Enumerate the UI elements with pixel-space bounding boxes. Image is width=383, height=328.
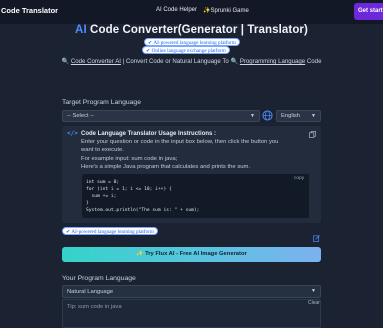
- code-line: for (int i = 1; i <= 10; i++) {: [86, 187, 172, 192]
- promo-pill-learning-lower-text: AI-powered language learning platform: [71, 229, 154, 235]
- top-navigation-bar: Code Translator AI Code Helper ✨Sprunki …: [0, 0, 383, 24]
- copy-icon[interactable]: [309, 131, 316, 138]
- chevron-down-icon: ▼: [250, 113, 255, 119]
- target-language-value: -- Select --: [67, 113, 95, 119]
- instructions-line: Enter your question or code in the input…: [81, 139, 279, 145]
- checkmark-icon: ✔: [146, 48, 151, 54]
- globe-icon[interactable]: [262, 110, 273, 121]
- subtitle-text: | Convert Code or Natural Language To: [120, 58, 231, 65]
- clear-button[interactable]: Clear: [308, 300, 320, 306]
- brand-logo[interactable]: Code Translator: [1, 6, 58, 15]
- instructions-example: For example input: sum code in java;: [81, 156, 178, 162]
- source-language-value: Natural Language: [67, 289, 114, 295]
- ui-language-select[interactable]: English ▼: [276, 110, 321, 122]
- code-line: sum += i;: [86, 194, 117, 199]
- edit-icon[interactable]: [313, 235, 320, 242]
- code-line: int sum = 0;: [86, 180, 120, 185]
- instructions-line: Here's a simple Java program that calcul…: [81, 164, 251, 170]
- chevron-down-icon: ▼: [311, 288, 316, 294]
- subtitle-link-code-converter[interactable]: Code Converter AI: [71, 58, 121, 65]
- get-started-button[interactable]: Get start: [354, 3, 383, 20]
- source-language-label: Your Program Language: [62, 275, 136, 282]
- target-language-label: Target Program Language: [62, 99, 141, 106]
- chevron-down-icon: ▼: [311, 113, 316, 119]
- code-input-textarea[interactable]: Tip: sum code in java: [62, 299, 321, 328]
- code-line: }: [86, 201, 89, 206]
- search-icon: 🔍: [230, 58, 239, 65]
- page-title: AI Code Converter(Generator | Translator…: [0, 24, 383, 36]
- target-language-select[interactable]: -- Select -- ▼: [62, 110, 260, 122]
- code-line: System.out.println("The sum is: " + sum)…: [86, 208, 200, 213]
- promo-pill-exchange-text: Online language exchange platform: [151, 48, 226, 54]
- promo-pill-learning[interactable]: ✔ AI-powered language learning platform: [144, 38, 240, 46]
- promo-pill-exchange[interactable]: ✔ Online language exchange platform: [142, 46, 230, 54]
- nav-links: AI Code Helper ✨Sprunki Game: [156, 7, 249, 14]
- code-input-placeholder: Tip: sum code in java: [67, 304, 122, 310]
- ui-language-value: English: [281, 113, 301, 119]
- nav-link-ai-code-helper[interactable]: AI Code Helper: [156, 7, 197, 14]
- copy-code-button[interactable]: copy: [294, 176, 304, 181]
- nav-link-sprunki-game[interactable]: ✨Sprunki Game: [203, 7, 249, 14]
- promo-pill-learning-lower[interactable]: ✔ AI-powered language learning platform: [62, 227, 158, 235]
- page-title-text: Code Converter(Generator | Translator): [86, 24, 308, 36]
- checkmark-icon: ✔: [66, 229, 71, 235]
- instructions-title: Code Language Translator Usage Instructi…: [81, 131, 217, 137]
- subtitle-text-end: Code: [305, 58, 322, 65]
- source-language-select[interactable]: Natural Language ▼: [62, 285, 321, 298]
- instructions-line: want to execute.: [81, 147, 124, 153]
- try-flux-ai-button[interactable]: ✨ Try Flux AI - Free AI Image Generator: [62, 247, 321, 262]
- search-icon: 🔍: [61, 58, 70, 65]
- subtitle-link-programming-language[interactable]: Programming Language: [240, 58, 305, 65]
- code-icon: </>: [67, 130, 78, 137]
- page-subtitle: 🔍 Code Converter AI | Convert Code or Na…: [0, 58, 383, 65]
- page-title-ai: AI: [75, 24, 87, 36]
